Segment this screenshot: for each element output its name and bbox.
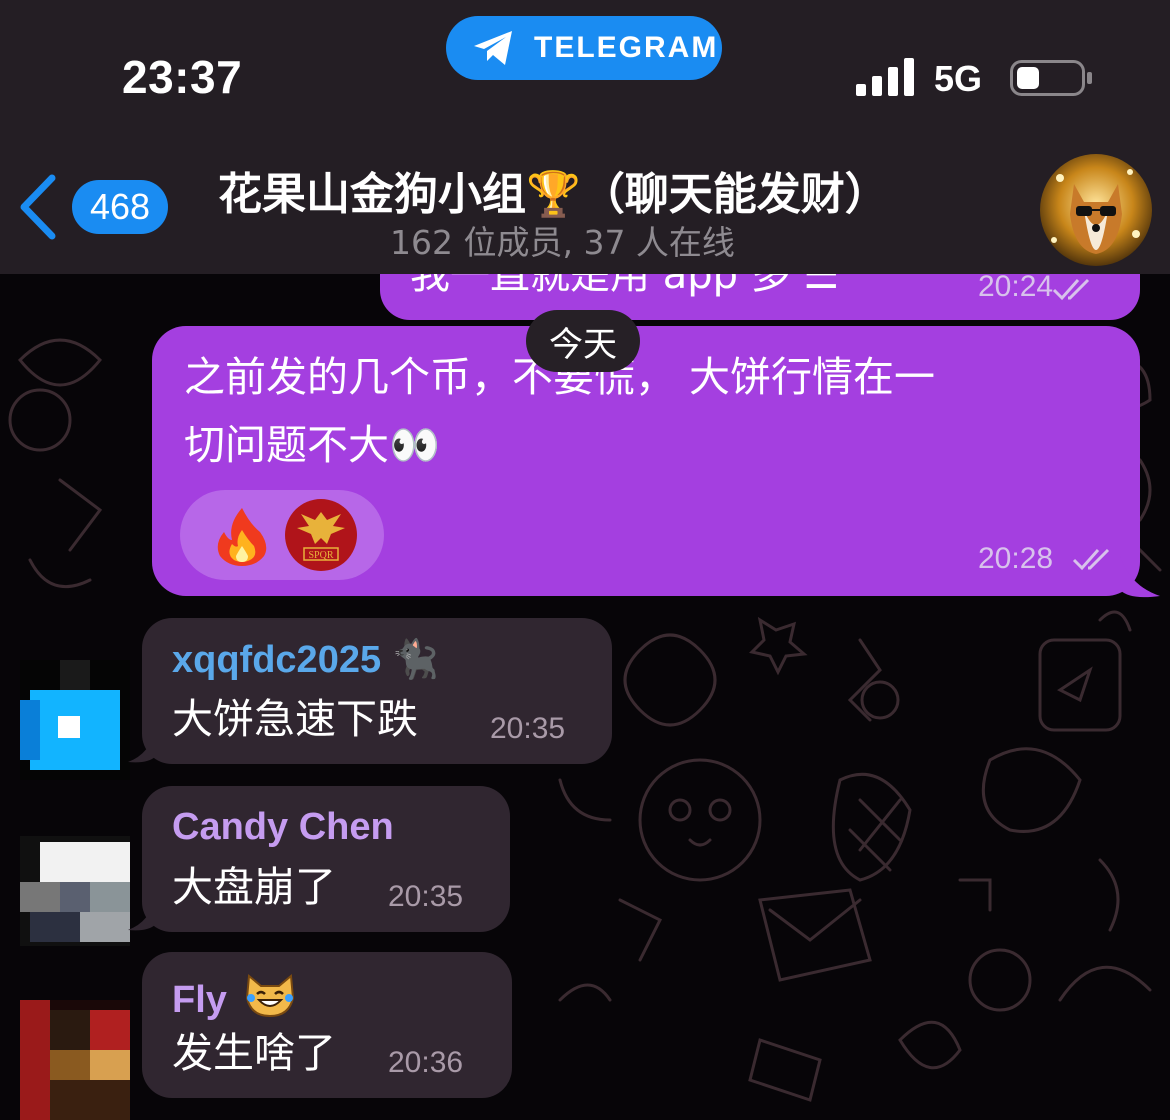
group-avatar[interactable] — [1040, 154, 1152, 266]
bubble-tail — [1120, 556, 1160, 598]
message-reactions[interactable]: SPQR — [180, 490, 384, 580]
app-indicator-pill[interactable]: TELEGRAM — [446, 16, 722, 80]
bubble-tail — [128, 896, 156, 931]
app-indicator-label: TELEGRAM — [534, 31, 719, 64]
sender-avatar[interactable] — [20, 836, 130, 946]
message-text: 大饼急速下跌 — [172, 695, 418, 743]
read-checkmarks-icon — [1052, 278, 1090, 301]
unread-count-badge: 468 — [72, 180, 168, 234]
chevron-left-icon — [20, 174, 56, 240]
date-separator: 今天 — [526, 310, 640, 372]
fire-emoji-icon[interactable] — [214, 506, 270, 566]
chat-title[interactable]: 花果山金狗小组🏆（聊天能发财） — [218, 158, 978, 222]
bubble-tail — [128, 728, 156, 763]
status-time: 23:37 — [122, 51, 243, 103]
incoming-message-bubble[interactable]: xqqfdc2025 🐈‍⬛ 大饼急速下跌 20:35 — [142, 618, 612, 764]
message-time: 20:24 — [978, 270, 1054, 303]
message-time: 20:35 — [388, 880, 464, 913]
sender-name[interactable]: Candy Chen — [172, 806, 394, 849]
sender-name[interactable]: Fly — [172, 972, 297, 1022]
svg-text:SPQR: SPQR — [308, 550, 333, 561]
sender-avatar[interactable] — [20, 1000, 130, 1120]
message-time: 20:35 — [490, 712, 566, 745]
spqr-eagle-emoji-icon[interactable]: SPQR — [284, 498, 358, 572]
read-checkmarks-icon — [1072, 548, 1110, 571]
message-text: 大盘崩了 — [172, 863, 336, 911]
cellular-signal-icon — [856, 58, 914, 96]
chat-header: 23:37 TELEGRAM 5G 468 花果山金狗小组🏆（聊天能发财） 16… — [0, 0, 1170, 274]
incoming-message-bubble[interactable]: Candy Chen 大盘崩了 20:35 — [142, 786, 510, 932]
sender-name-text: Fly — [172, 979, 227, 1021]
telegram-chat-screen: 我一直就是用 app 多 ☰ 20:24 今天 之前发的几个币，不要慌， 大饼行… — [0, 0, 1170, 1120]
battery-icon — [1010, 60, 1092, 96]
message-time: 20:28 — [978, 542, 1054, 575]
message-text: 发生啥了 — [172, 1029, 336, 1077]
sender-avatar[interactable] — [20, 660, 130, 780]
message-time: 20:36 — [388, 1046, 464, 1079]
laughing-cat-emoji-icon — [246, 974, 295, 1018]
chat-member-count: 162 位成员, 37 人在线 — [390, 223, 735, 262]
message-text-line-2: 切问题不大👀 — [184, 421, 441, 469]
incoming-message-bubble[interactable]: Fly 发生啥了 20:36 — [142, 952, 512, 1098]
network-type: 5G — [934, 58, 983, 99]
telegram-plane-icon — [474, 31, 512, 65]
back-button[interactable]: 468 — [18, 172, 188, 242]
sender-name[interactable]: xqqfdc2025 🐈‍⬛ — [172, 638, 439, 682]
